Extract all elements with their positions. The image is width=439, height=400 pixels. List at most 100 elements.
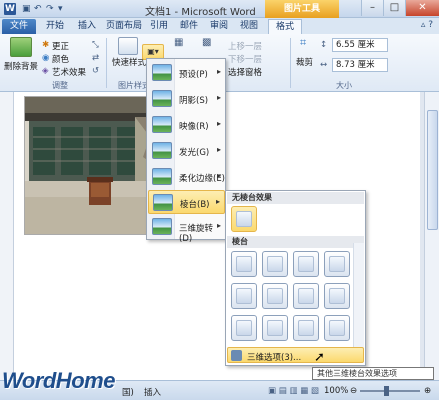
picture-tools-context-title: 图片工具 [265, 0, 339, 18]
3d-rotation-effect-icon [152, 218, 172, 235]
bring-forward-button[interactable]: 上移一层 [228, 40, 262, 52]
view-mode-icons[interactable]: ▣ ▤ ▥ ▦ ▧ [268, 386, 319, 396]
scrollbar-thumb[interactable] [427, 110, 438, 230]
bevel-swatch [236, 320, 252, 336]
zoom-slider-knob[interactable] [384, 386, 389, 396]
menu-item-label: 发光(G) [179, 148, 210, 158]
submenu-arrow-icon: ▸ [216, 93, 221, 102]
vertical-ruler [0, 92, 14, 380]
tab-view[interactable]: 视图 [236, 19, 262, 34]
bevel-swatch [236, 211, 252, 227]
zoom-level[interactable]: 100% [324, 386, 348, 396]
reflection-effect-icon [152, 116, 172, 133]
artistic-effects-icon: ◈ [42, 66, 49, 76]
zoom-out-icon[interactable]: ⊖ [350, 386, 357, 396]
size-group-label: 大小 [336, 81, 352, 90]
quick-styles-button[interactable]: 快速样式 [112, 56, 146, 68]
remove-background-button[interactable]: 删除背景 [4, 60, 38, 72]
submenu-arrow-icon: ▸ [216, 145, 221, 154]
title-bar: W ▣ ↶ ↷ ▾ 文档1 - Microsoft Word 图片工具 – □ … [0, 0, 439, 18]
tab-file[interactable]: 文件 [2, 19, 36, 34]
compress-pictures-icon[interactable]: ⤡ [92, 40, 99, 50]
artistic-effects-button[interactable]: 艺术效果 [52, 66, 86, 78]
width-input[interactable]: 8.73 厘米 [332, 58, 388, 72]
menu-item-shadow[interactable]: 阴影(S) ▸ [148, 87, 225, 111]
language-status[interactable]: 国) [122, 386, 134, 398]
menu-item-soft-edges[interactable]: 柔化边缘(E) ▸ [148, 165, 225, 189]
height-input[interactable]: 6.55 厘米 [332, 38, 388, 52]
bevel-option[interactable] [324, 315, 350, 341]
wrap-text-icon[interactable]: ▩ [202, 37, 211, 48]
window-title: 文档1 - Microsoft Word [145, 7, 256, 18]
vertical-scrollbar[interactable] [424, 92, 439, 380]
ribbon-tabs: 文件 开始 插入 页面布局 引用 邮件 审阅 视图 格式 [0, 18, 439, 34]
tab-page-layout[interactable]: 页面布局 [104, 19, 144, 34]
submenu-arrow-icon: ▸ [216, 171, 221, 180]
submenu-arrow-icon: ▸ [215, 197, 220, 206]
zoom-in-icon[interactable]: ⊕ [424, 386, 431, 396]
bevel-swatch [236, 288, 252, 304]
3d-options-button[interactable]: 三维选项(3)... [227, 347, 364, 363]
crop-button[interactable]: 裁剪 [296, 56, 313, 68]
tab-review[interactable]: 审阅 [206, 19, 232, 34]
bevel-swatch [329, 288, 345, 304]
tab-references[interactable]: 引用 [146, 19, 172, 34]
bevel-option[interactable] [231, 283, 257, 309]
undo-icon[interactable]: ↶ [34, 4, 42, 14]
zoom-slider[interactable] [360, 386, 420, 396]
submenu-arrow-icon: ▸ [216, 119, 221, 128]
bevel-option[interactable] [293, 283, 319, 309]
menu-item-reflection[interactable]: 映像(R) ▸ [148, 113, 225, 137]
save-icon[interactable]: ▣ [22, 4, 31, 14]
menu-item-preset[interactable]: 预设(P) ▸ [148, 61, 225, 85]
wordhome-watermark: WordHome [2, 368, 115, 393]
customize-quick-access-icon[interactable]: ▾ [58, 4, 63, 14]
tab-home[interactable]: 开始 [40, 19, 70, 34]
bevel-header: 棱台 [227, 236, 364, 248]
menu-item-bevel[interactable]: 棱台(B) ▸ [148, 190, 225, 214]
position-icon[interactable]: ▦ [174, 37, 183, 48]
selection-pane-button[interactable]: 选择窗格 [228, 66, 262, 78]
tooltip: 其他三维棱台效果选项 [312, 367, 434, 380]
redo-icon[interactable]: ↷ [46, 4, 54, 14]
color-button[interactable]: 颜色 [52, 53, 69, 65]
bevel-option[interactable] [293, 251, 319, 277]
help-icon[interactable]: ▵ ? [421, 20, 433, 30]
word-app-icon[interactable]: W [4, 3, 16, 15]
change-picture-icon[interactable]: ⇄ [92, 53, 99, 63]
bevel-swatch [298, 320, 314, 336]
bevel-option[interactable] [262, 251, 288, 277]
bevel-swatch [298, 288, 314, 304]
reset-picture-icon[interactable]: ↺ [92, 66, 99, 76]
tab-insert[interactable]: 插入 [72, 19, 102, 34]
selected-picture[interactable] [24, 96, 164, 235]
tab-mailings[interactable]: 邮件 [176, 19, 202, 34]
send-backward-button[interactable]: 下移一层 [228, 53, 262, 65]
maximize-button[interactable]: □ [383, 0, 405, 16]
bevel-option[interactable] [324, 251, 350, 277]
bevel-option-none[interactable] [231, 206, 257, 232]
menu-item-label: 阴影(S) [179, 96, 209, 106]
menu-item-label: 棱台(B) [180, 200, 210, 210]
gallery-scrollbar[interactable] [353, 243, 364, 353]
bevel-option[interactable] [231, 315, 257, 341]
bevel-option[interactable] [231, 251, 257, 277]
menu-item-glow[interactable]: 发光(G) ▸ [148, 139, 225, 163]
menu-item-3d-rotation[interactable]: 三维旋转(D) ▸ [148, 215, 225, 244]
insert-mode-status[interactable]: 插入 [144, 386, 161, 398]
bevel-effect-icon [153, 194, 173, 211]
bevel-swatch [236, 256, 252, 272]
color-icon: ◉ [42, 53, 50, 63]
menu-item-label: 预设(P) [179, 70, 208, 80]
close-button[interactable]: ✕ [405, 0, 439, 16]
corrections-button[interactable]: 更正 [52, 40, 69, 52]
minimize-button[interactable]: – [361, 0, 383, 16]
bevel-option[interactable] [262, 283, 288, 309]
3d-options-label: 三维选项(3)... [247, 353, 302, 363]
bevel-option[interactable] [293, 315, 319, 341]
bevel-option[interactable] [262, 315, 288, 341]
bevel-option[interactable] [324, 283, 350, 309]
tab-format[interactable]: 格式 [268, 19, 302, 34]
bevel-swatch [267, 256, 283, 272]
3d-options-icon [231, 350, 242, 361]
